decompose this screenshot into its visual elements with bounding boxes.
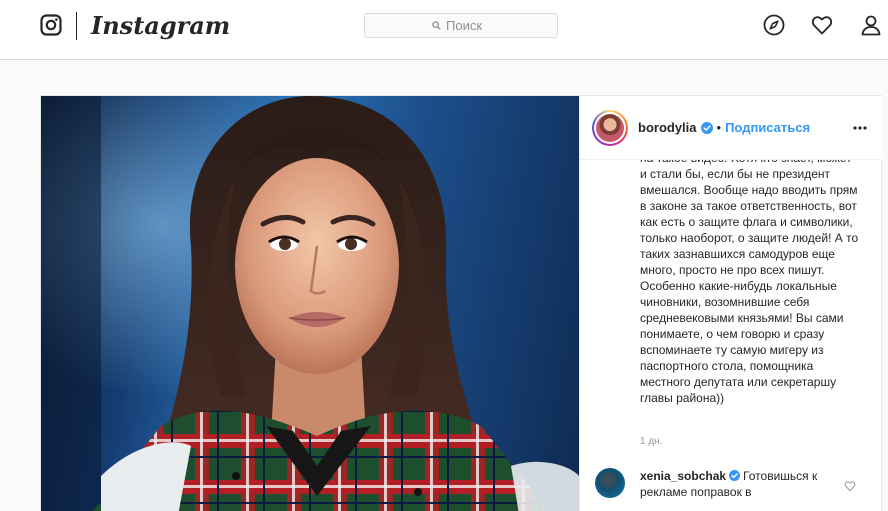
search-input[interactable] (446, 18, 490, 33)
owner-avatar-image (596, 114, 624, 142)
verified-badge-icon (700, 122, 713, 134)
post-card: borodylia • Подписаться на такое видео. … (40, 95, 882, 511)
owner-line: borodylia • Подписаться (638, 120, 810, 136)
search-box[interactable] (364, 13, 558, 38)
follow-button[interactable]: Подписаться (725, 120, 810, 136)
instagram-glyph-icon[interactable] (40, 14, 62, 36)
commenter-avatar[interactable] (595, 468, 625, 498)
heart-icon[interactable] (811, 14, 833, 36)
top-nav-bar: Instagram (0, 0, 888, 60)
post-header: borodylia • Подписаться (580, 96, 882, 160)
post-photo-illustration (41, 96, 579, 511)
user-icon[interactable] (860, 14, 882, 36)
owner-username[interactable]: borodylia (638, 120, 697, 136)
list-item: xenia_sobchak Готовишься к рекламе поправ… (640, 468, 835, 500)
comment-text: на такое видео. Хотя кто знает, может и … (640, 160, 859, 405)
comment-timestamp[interactable]: 1 дн. (640, 436, 662, 447)
more-options-icon[interactable] (852, 122, 868, 134)
heart-outline-icon[interactable] (844, 480, 856, 492)
compass-icon[interactable] (763, 14, 785, 36)
comments-list[interactable]: на такое видео. Хотя кто знает, может и … (580, 160, 882, 511)
logo-divider (76, 12, 77, 40)
separator-dot: • (716, 120, 722, 135)
post-side-panel: borodylia • Подписаться на такое видео. … (579, 96, 882, 511)
search-icon (432, 21, 441, 30)
post-photo[interactable] (41, 96, 579, 511)
commenter-username[interactable]: xenia_sobchak (640, 469, 726, 483)
owner-avatar[interactable] (592, 110, 628, 146)
instagram-wordmark[interactable]: Instagram (91, 10, 230, 42)
verified-badge-icon (729, 470, 741, 481)
